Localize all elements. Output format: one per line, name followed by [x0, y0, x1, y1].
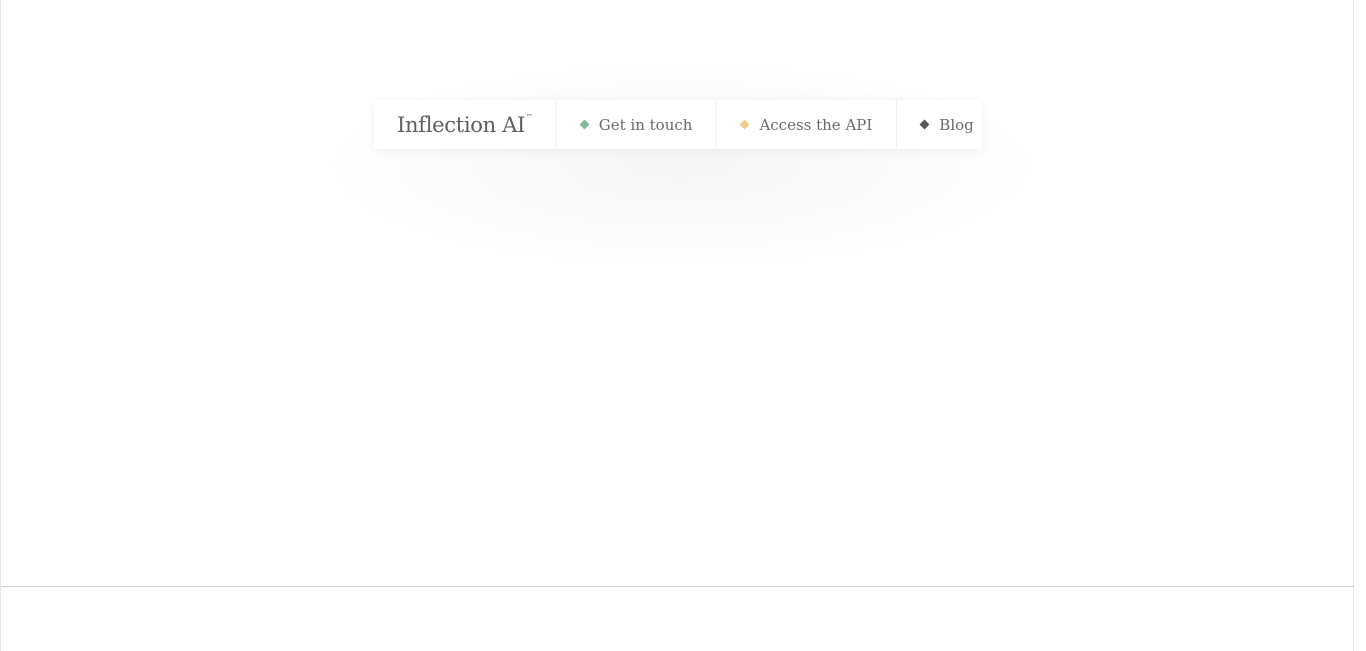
nav-item-label: Access the API — [759, 115, 873, 134]
nav-item-label: Blog — [939, 115, 974, 134]
nav-item-get-in-touch[interactable]: Get in touch — [557, 100, 718, 149]
brand-logo-link[interactable]: Inflection AI ™ — [374, 100, 557, 149]
section-divider — [1, 586, 1354, 587]
nav-item-blog[interactable]: Blog — [897, 100, 1001, 149]
brand-name: Inflection AI — [397, 112, 526, 137]
nav-item-access-the-api[interactable]: Access the API — [717, 100, 898, 149]
diamond-icon — [579, 119, 590, 130]
navbar-glow — [321, 60, 1041, 270]
top-navbar: Inflection AI ™ Get in touch Access the A… — [374, 100, 982, 149]
diamond-icon — [739, 119, 750, 130]
nav-item-label: Get in touch — [598, 115, 693, 134]
right-edge-line — [1353, 0, 1354, 651]
page: Inflection AI ™ Get in touch Access the A… — [0, 0, 1366, 651]
diamond-icon — [919, 119, 930, 130]
brand-trademark: ™ — [526, 112, 533, 121]
